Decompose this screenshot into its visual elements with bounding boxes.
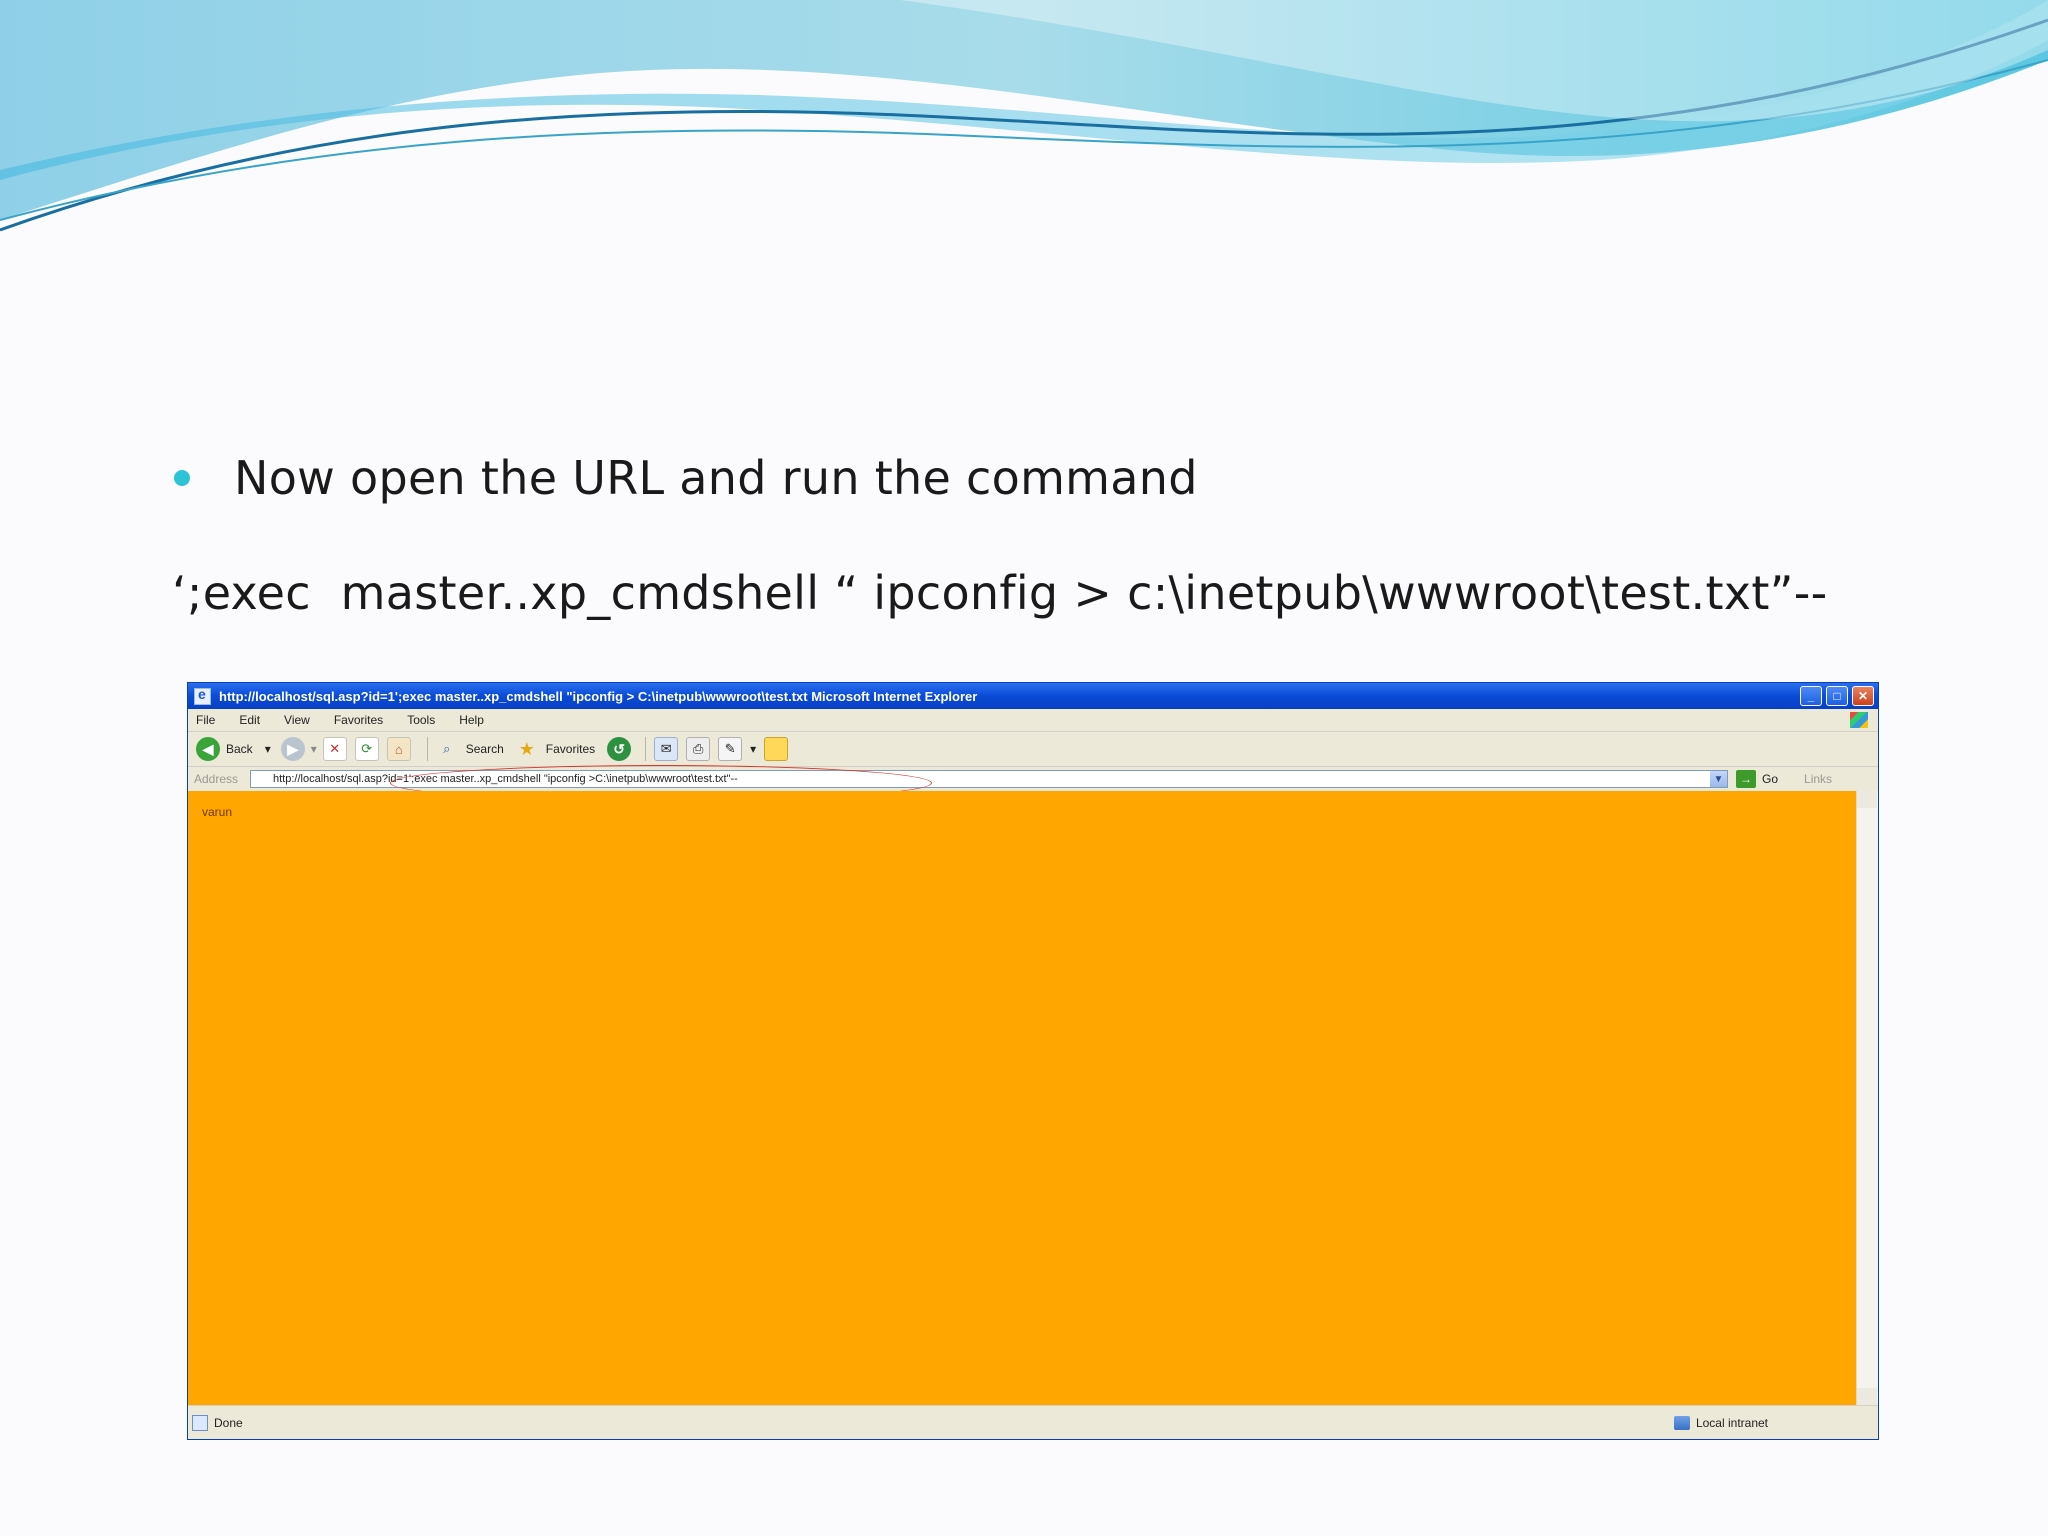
zone-label: Local intranet xyxy=(1695,1416,1768,1430)
maximize-button[interactable]: □ xyxy=(1826,686,1848,706)
vertical-scrollbar[interactable] xyxy=(1856,791,1878,1405)
page-content: varun xyxy=(188,791,1856,1405)
menu-bar: File Edit View Favorites Tools Help xyxy=(188,709,1878,732)
edit-icon[interactable]: ✎ xyxy=(718,737,743,761)
search-icon[interactable]: ⌕ xyxy=(436,738,458,760)
sql-command-text: ‘;exec master..xp_cmdshell “ ipconfig > … xyxy=(172,566,1828,620)
windows-flag-icon xyxy=(1850,712,1868,728)
print-icon[interactable]: ⎙ xyxy=(686,737,711,761)
go-icon[interactable]: → xyxy=(1736,770,1756,788)
close-button[interactable]: ✕ xyxy=(1852,686,1874,706)
toolbar: ◀ Back ▾ ▶ ▾ ✕ ⟳ ⌂ ⌕ Search ★ Favorites … xyxy=(188,732,1878,767)
ie-logo-icon xyxy=(194,686,211,705)
header-wave-decoration xyxy=(0,0,2048,232)
address-value: http://localhost/sql.asp?id=1';exec mast… xyxy=(273,773,738,785)
menu-favorites[interactable]: Favorites xyxy=(334,713,383,727)
refresh-icon[interactable]: ⟳ xyxy=(354,737,379,761)
back-icon[interactable]: ◀ xyxy=(196,737,220,761)
page-output-text: varun xyxy=(202,805,233,819)
bullet-text: Now open the URL and run the command xyxy=(234,451,1198,505)
intranet-icon xyxy=(1673,1416,1690,1430)
scroll-down-arrow[interactable] xyxy=(1857,1388,1877,1405)
menu-edit[interactable]: Edit xyxy=(239,713,260,727)
mail-icon[interactable]: ✉ xyxy=(654,737,679,761)
menu-help[interactable]: Help xyxy=(459,713,484,727)
status-bar: Done Local intranet xyxy=(188,1405,1878,1439)
toolbar-separator xyxy=(645,737,647,761)
stop-icon[interactable]: ✕ xyxy=(322,737,347,761)
forward-icon[interactable]: ▶ xyxy=(280,737,305,761)
bullet-dot xyxy=(174,470,190,486)
scroll-up-arrow[interactable] xyxy=(1857,791,1877,808)
address-label: Address xyxy=(194,772,239,786)
favorites-button-label[interactable]: Favorites xyxy=(546,742,595,756)
page-icon xyxy=(192,1415,208,1431)
browser-titlebar: http://localhost/sql.asp?id=1';exec mast… xyxy=(188,683,1878,709)
toolbar-separator xyxy=(426,737,428,761)
status-text: Done xyxy=(214,1416,243,1430)
menu-tools[interactable]: Tools xyxy=(407,713,435,727)
home-icon[interactable]: ⌂ xyxy=(386,737,411,761)
menu-file[interactable]: File xyxy=(196,713,215,727)
folder-icon[interactable] xyxy=(764,737,789,761)
links-label[interactable]: Links xyxy=(1804,772,1832,786)
minimize-button[interactable]: _ xyxy=(1800,686,1822,706)
favorites-icon[interactable]: ★ xyxy=(516,738,538,760)
go-button-label[interactable]: Go xyxy=(1762,772,1778,786)
browser-window-screenshot: http://localhost/sql.asp?id=1';exec mast… xyxy=(187,682,1879,1440)
history-icon[interactable]: ↺ xyxy=(607,737,632,761)
address-input[interactable]: http://localhost/sql.asp?id=1';exec mast… xyxy=(250,770,1728,788)
browser-title: http://localhost/sql.asp?id=1';exec mast… xyxy=(219,688,978,704)
menu-view[interactable]: View xyxy=(284,713,310,727)
security-zone: Local intranet xyxy=(1673,1416,1768,1430)
back-button-label[interactable]: Back xyxy=(226,742,253,756)
search-button-label[interactable]: Search xyxy=(466,742,504,756)
address-bar: Address http://localhost/sql.asp?id=1';e… xyxy=(188,765,1878,801)
bullet-item: Now open the URL and run the command xyxy=(174,446,1198,510)
address-dropdown-icon[interactable]: ▼ xyxy=(1710,771,1727,787)
